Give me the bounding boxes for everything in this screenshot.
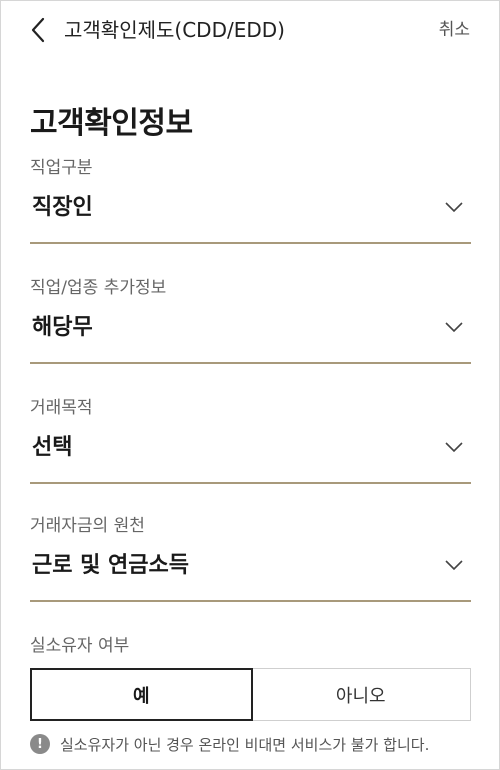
option-yes-button[interactable]: 예 — [30, 668, 253, 721]
transaction-purpose-select[interactable]: 선택 — [30, 430, 471, 484]
notice-text: 실소유자가 아닌 경우 온라인 비대면 서비스가 불가 합니다. — [60, 735, 430, 754]
job-category-select[interactable]: 직장인 — [30, 190, 471, 244]
header: 고객확인제도(CDD/EDD) 취소 — [0, 0, 500, 60]
job-extra-info-select[interactable]: 해당무 — [30, 310, 471, 364]
chevron-down-icon — [445, 560, 463, 571]
select-value: 해당무 — [32, 315, 93, 340]
owner-toggle: 예 아니오 — [30, 668, 471, 721]
select-value: 직장인 — [32, 195, 93, 220]
field-job-category: 직업구분 직장인 — [30, 156, 471, 244]
field-fund-source: 거래자금의 원천 근로 및 연금소득 — [30, 514, 471, 602]
header-title: 고객확인제도(CDD/EDD) — [64, 18, 285, 42]
select-value: 근로 및 연금소득 — [32, 553, 189, 578]
fund-source-select[interactable]: 근로 및 연금소득 — [30, 548, 471, 602]
chevron-down-icon — [445, 202, 463, 213]
field-label: 직업/업종 추가정보 — [30, 278, 167, 298]
chevron-down-icon — [445, 442, 463, 453]
chevron-down-icon — [445, 322, 463, 333]
info-icon: ! — [30, 734, 50, 754]
field-transaction-purpose: 거래목적 선택 — [30, 396, 471, 484]
field-label: 거래목적 — [30, 398, 93, 418]
cancel-button[interactable]: 취소 — [439, 16, 470, 44]
field-job-extra-info: 직업/업종 추가정보 해당무 — [30, 276, 471, 364]
field-label: 직업구분 — [30, 158, 93, 178]
select-value: 선택 — [32, 435, 73, 460]
page-title: 고객확인정보 — [30, 106, 193, 141]
option-no-button[interactable]: 아니오 — [252, 669, 471, 720]
field-label: 거래자금의 원천 — [30, 516, 145, 536]
owner-question-label: 실소유자 여부 — [30, 636, 130, 656]
back-arrow-icon[interactable] — [26, 16, 50, 44]
notice: ! 실소유자가 아닌 경우 온라인 비대면 서비스가 불가 합니다. — [30, 732, 429, 756]
